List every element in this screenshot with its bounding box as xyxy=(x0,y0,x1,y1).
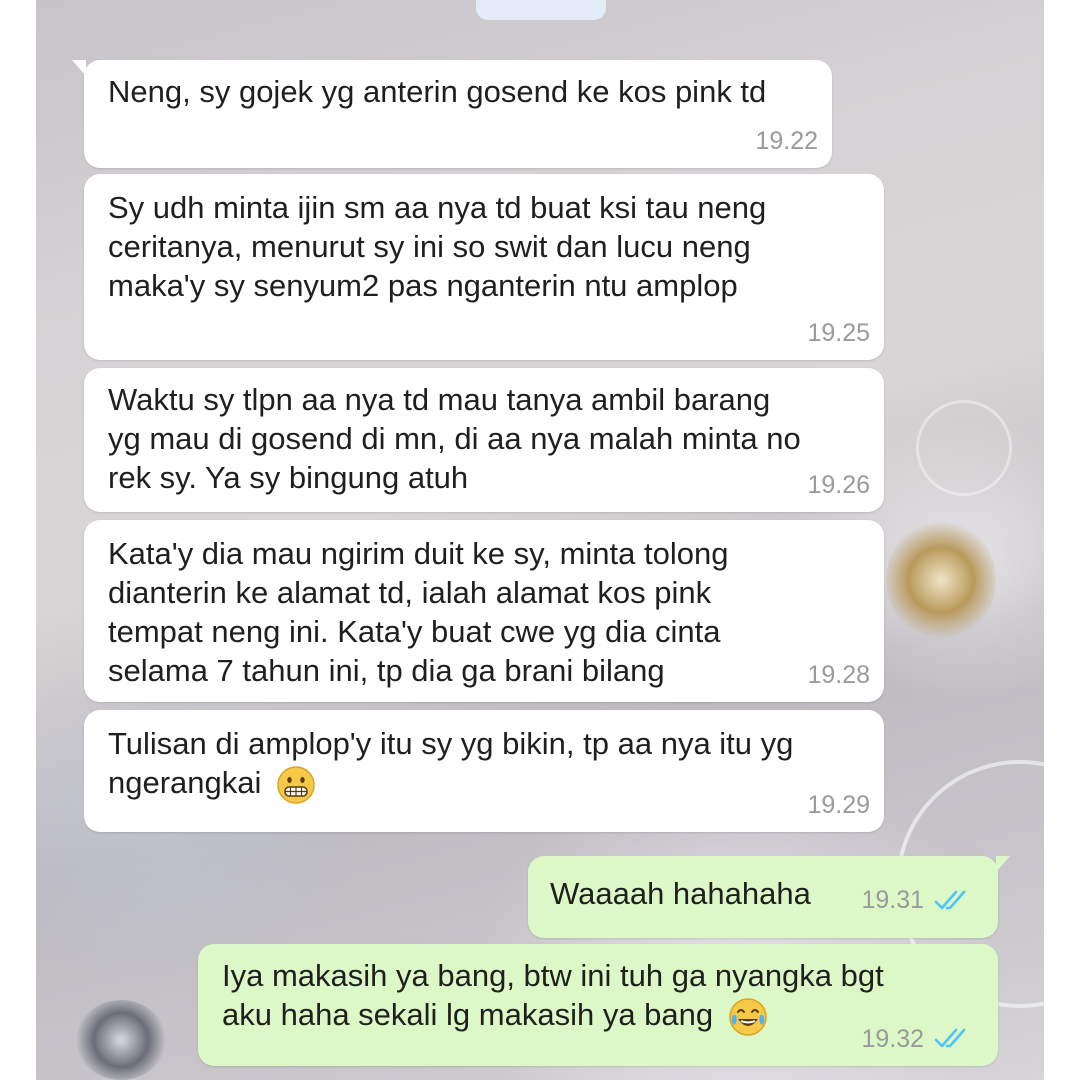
read-receipt-icon xyxy=(934,1028,966,1048)
message-line: Waaaah hahahaha xyxy=(550,876,811,911)
background-ornament xyxy=(76,1000,166,1080)
message-bubble-incoming[interactable]: Sy udh minta ijin sm aa nya td buat ksi … xyxy=(84,174,884,360)
message-time: 19.26 xyxy=(807,471,870,499)
message-time: 19.22 xyxy=(755,127,818,155)
message-time: 19.28 xyxy=(807,661,870,689)
message-line: aku haha sekali lg makasih ya bang xyxy=(222,997,714,1032)
message-time: 19.29 xyxy=(807,791,870,819)
background-ornament xyxy=(886,520,996,640)
bubble-tail xyxy=(72,60,86,76)
message-line: Kata'y dia mau ngirim duit ke sy, minta … xyxy=(108,536,729,571)
message-text: Iya makasih ya bang, btw ini tuh ga nyan… xyxy=(222,956,884,1037)
message-line: yg mau di gosend di mn, di aa nya malah … xyxy=(108,421,801,456)
message-line: tempat neng ini. Kata'y buat cwe yg dia … xyxy=(108,614,721,649)
message-bubble-incoming[interactable]: Neng, sy gojek yg anterin gosend ke kos … xyxy=(72,60,832,168)
message-line: Waktu sy tlpn aa nya td mau tanya ambil … xyxy=(108,382,771,417)
message-line: Neng, sy gojek yg anterin gosend ke kos … xyxy=(108,74,767,109)
message-time: 19.32 xyxy=(861,1025,924,1053)
tears-of-joy-face-icon xyxy=(729,998,767,1036)
message-line: selama 7 tahun ini, tp dia ga brani bila… xyxy=(108,653,665,688)
message-text: Waaaah hahahaha xyxy=(550,874,811,913)
message-bubble-incoming[interactable]: Kata'y dia mau ngirim duit ke sy, minta … xyxy=(84,520,884,702)
message-bubble-incoming[interactable]: Tulisan di amplop'y itu sy yg bikin, tp … xyxy=(84,710,884,832)
read-receipt-icon xyxy=(934,890,966,910)
background-ornament xyxy=(916,400,1012,496)
message-bubble-outgoing[interactable]: Waaaah hahahaha 19.31 xyxy=(528,856,1010,938)
grimacing-face-icon xyxy=(277,766,315,804)
message-line: Iya makasih ya bang, btw ini tuh ga nyan… xyxy=(222,958,884,993)
message-text: Tulisan di amplop'y itu sy yg bikin, tp … xyxy=(108,724,793,805)
message-time: 19.25 xyxy=(807,319,870,347)
message-time: 19.31 xyxy=(861,886,924,914)
message-text: Waktu sy tlpn aa nya td mau tanya ambil … xyxy=(108,380,801,497)
message-text: Kata'y dia mau ngirim duit ke sy, minta … xyxy=(108,534,728,690)
message-text: Sy udh minta ijin sm aa nya td buat ksi … xyxy=(108,188,766,305)
message-line: ngerangkai xyxy=(108,765,262,800)
date-pill xyxy=(476,0,606,20)
message-line: ceritanya, menurut sy ini so swit dan lu… xyxy=(108,229,751,264)
message-line: dianterin ke alamat td, ialah alamat kos… xyxy=(108,575,712,610)
message-bubble-incoming[interactable]: Waktu sy tlpn aa nya td mau tanya ambil … xyxy=(84,368,884,512)
message-line: maka'y sy senyum2 pas nganterin ntu ampl… xyxy=(108,268,738,303)
bubble-tail xyxy=(996,856,1010,872)
message-text: Neng, sy gojek yg anterin gosend ke kos … xyxy=(108,72,766,111)
message-bubble-outgoing[interactable]: Iya makasih ya bang, btw ini tuh ga nyan… xyxy=(198,944,998,1066)
message-line: rek sy. Ya sy bingung atuh xyxy=(108,460,469,495)
message-line: Sy udh minta ijin sm aa nya td buat ksi … xyxy=(108,190,767,225)
message-line: Tulisan di amplop'y itu sy yg bikin, tp … xyxy=(108,726,794,761)
